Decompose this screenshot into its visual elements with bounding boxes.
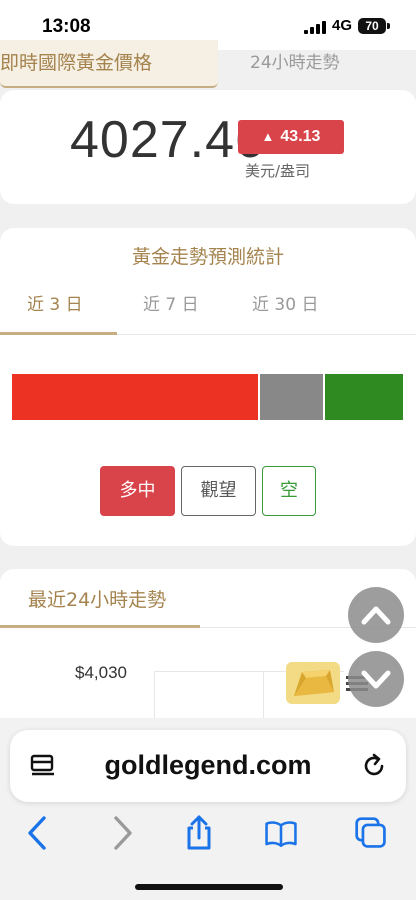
share-icon[interactable] (182, 814, 216, 852)
tab-24h-trend[interactable]: 24小時走勢 (250, 48, 340, 73)
signal-icon (304, 21, 326, 34)
trend-underline (0, 625, 200, 628)
chevron-up-icon (361, 606, 391, 625)
tab-period-7d[interactable]: 近 7 日 (143, 290, 199, 315)
y-axis-label: $4,030 (75, 663, 127, 682)
price-unit: 美元/盎司 (245, 162, 311, 180)
neutral-segment (258, 374, 325, 420)
tab-live-price-label: 即時國際黃金價格 (0, 52, 153, 74)
status-time: 13:08 (42, 16, 91, 37)
back-arrow-icon[interactable] (22, 814, 56, 852)
battery-icon: 70 (358, 18, 386, 34)
forecast-title: 黃金走勢預測統計 (131, 246, 284, 268)
gold-bar-icon[interactable] (286, 662, 340, 704)
price-change-value: 43.13 (280, 128, 321, 145)
url-text: goldlegend.com (104, 750, 312, 780)
network-type: 4G (332, 17, 353, 34)
address-bar[interactable]: goldlegend.com (10, 730, 406, 802)
bearish-button[interactable]: 空 (262, 466, 316, 516)
home-indicator[interactable] (135, 884, 283, 890)
reload-icon[interactable] (360, 752, 388, 780)
tab-period-3d[interactable]: 近 3 日 (27, 290, 83, 315)
top-tabs: 即時國際黃金價格 24小時走勢 (0, 40, 416, 88)
bullish-segment (12, 374, 259, 420)
scroll-up-button[interactable] (348, 587, 404, 643)
tab-live-price[interactable]: 即時國際黃金價格 (0, 40, 218, 88)
bookmarks-icon[interactable] (264, 814, 298, 852)
price-change-badge: ▲ 43.13 (238, 120, 344, 154)
bearish-segment (324, 374, 403, 420)
tabs-icon[interactable] (354, 814, 388, 852)
gold-price-value: 4027.46 (70, 111, 265, 169)
period-active-underline (0, 332, 117, 335)
tab-period-30d[interactable]: 近 30 日 (252, 290, 318, 315)
chevron-down-icon (361, 670, 391, 689)
scroll-down-button[interactable] (348, 651, 404, 707)
battery-tip (387, 23, 390, 29)
price-card: 4027.46 ▲ 43.13 美元/盎司 (0, 90, 416, 204)
up-arrow-icon: ▲ (261, 129, 275, 144)
forecast-card: 黃金走勢預測統計 近 3 日 近 7 日 近 30 日 多中 觀望 空 (0, 228, 416, 546)
forecast-distribution-bar (12, 374, 403, 420)
trend-title: 最近24小時走勢 (28, 589, 167, 611)
neutral-button[interactable]: 觀望 (181, 466, 256, 516)
forward-arrow-icon[interactable] (104, 814, 138, 852)
bullish-button[interactable]: 多中 (100, 466, 175, 516)
browser-toolbar: goldlegend.com (0, 718, 416, 900)
